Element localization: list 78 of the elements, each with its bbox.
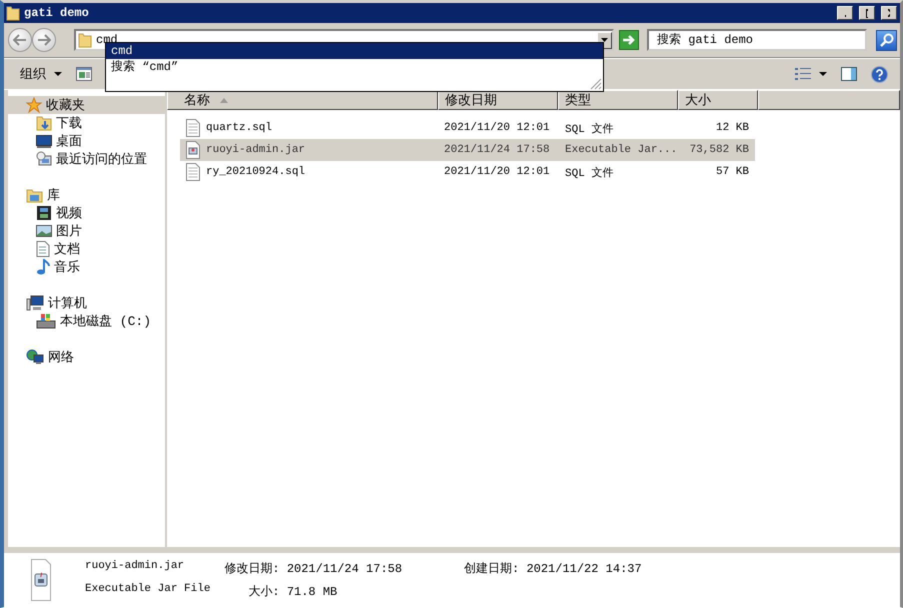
column-header[interactable]: 大小 xyxy=(678,90,758,110)
navigation-item[interactable]: 文档 xyxy=(8,240,165,258)
program-window-icon xyxy=(76,67,92,81)
window-title: gati demo xyxy=(24,6,90,20)
text-file-icon xyxy=(186,119,200,137)
file-type: Executable Jar... xyxy=(565,144,678,156)
created-date: 创建日期: 2021/11/22 14:37 xyxy=(463,561,642,577)
star-icon xyxy=(26,97,42,113)
back-button[interactable] xyxy=(8,28,32,52)
navigation-item[interactable]: 本地磁盘 (C:) xyxy=(8,312,165,330)
navigation-item[interactable]: 音乐 xyxy=(8,258,165,276)
file-size: 大小: 71.8 MB xyxy=(247,584,338,600)
preview-pane-icon xyxy=(841,67,857,81)
navigation-item[interactable]: 计算机 xyxy=(8,294,165,312)
file-name: ry_20210924.sql xyxy=(206,166,306,178)
folder-icon xyxy=(78,32,92,48)
file-size: 57 KB xyxy=(714,166,749,178)
forward-button[interactable] xyxy=(32,28,56,52)
file-size: 12 KB xyxy=(714,122,749,134)
navigation-item[interactable]: 桌面 xyxy=(8,132,165,150)
text-file-icon xyxy=(186,163,200,181)
file-type: SQL 文件 xyxy=(565,122,614,136)
search-button[interactable] xyxy=(876,30,897,50)
back-arrow-icon xyxy=(13,34,27,46)
forward-arrow-icon xyxy=(37,34,51,46)
navigation-item[interactable]: 库 xyxy=(8,186,165,204)
modified-date: 修改日期: 2021/11/24 17:58 xyxy=(224,561,402,577)
recent-places-icon xyxy=(36,151,52,167)
file-type: Executable Jar File xyxy=(85,583,210,597)
suggestion-item[interactable]: cmd xyxy=(106,43,603,59)
help-icon xyxy=(871,66,888,82)
close-button[interactable] xyxy=(881,6,897,20)
navigation-item[interactable]: 图片 xyxy=(8,222,165,240)
resize-grip-icon[interactable] xyxy=(590,78,602,90)
navigation-item[interactable]: 最近访问的位置 xyxy=(8,150,165,168)
modified-date: 2021/11/24 17:58 xyxy=(443,144,551,156)
folder-icon xyxy=(6,5,20,21)
download-folder-icon xyxy=(36,115,52,131)
file-row[interactable]: quartz.sql 2021/11/20 12:01 SQL 文件 12 KB xyxy=(180,117,755,139)
modified-date: 2021/11/20 12:01 xyxy=(443,166,551,178)
jar-file-icon xyxy=(186,141,200,159)
navigation-item[interactable]: 下载 xyxy=(8,114,165,132)
picture-icon xyxy=(36,223,52,239)
organize-menu[interactable]: 组织 xyxy=(16,63,66,85)
maximize-button[interactable] xyxy=(859,6,875,20)
monitor-icon xyxy=(36,133,52,149)
column-header[interactable]: 类型 xyxy=(558,90,678,110)
caret-icon xyxy=(819,72,827,76)
file-type: SQL 文件 xyxy=(565,166,614,180)
file-name: quartz.sql xyxy=(206,122,272,134)
search-field[interactable]: 搜索 gati demo xyxy=(647,29,867,51)
minimize-button[interactable] xyxy=(837,6,853,20)
file-name: ruoyi-admin.jar xyxy=(206,144,306,156)
hard-drive-icon xyxy=(36,313,56,329)
navigation-item[interactable]: 收藏夹 xyxy=(8,96,165,114)
search-icon xyxy=(880,33,894,47)
file-name: ruoyi-admin.jar xyxy=(85,560,186,574)
navigation-item[interactable]: 视频 xyxy=(8,204,165,222)
sort-arrow-icon xyxy=(220,98,228,102)
arrow-icon xyxy=(622,34,636,46)
file-row[interactable]: ry_20210924.sql 2021/11/20 12:01 SQL 文件 57 KB xyxy=(180,161,755,183)
suggestion-item[interactable]: 搜索 “cmd” xyxy=(106,59,603,75)
caret-icon xyxy=(54,72,62,76)
file-size: 73,582 KB xyxy=(688,144,749,156)
jar-file-icon xyxy=(31,559,51,601)
column-header[interactable]: 名称 xyxy=(167,90,438,110)
film-icon xyxy=(36,205,52,221)
network-icon xyxy=(26,349,44,365)
music-note-icon xyxy=(36,259,50,275)
file-row[interactable]: ruoyi-admin.jar 2021/11/24 17:58 Executable Jar... 73,582 KB xyxy=(180,139,755,161)
go-button[interactable] xyxy=(619,30,639,50)
computer-icon xyxy=(26,295,44,311)
navigation-item[interactable]: 网络 xyxy=(8,348,165,366)
list-view-icon xyxy=(795,67,811,81)
column-header[interactable]: 修改日期 xyxy=(438,90,558,110)
library-folder-icon xyxy=(26,187,43,203)
modified-date: 2021/11/20 12:01 xyxy=(443,122,551,134)
document-icon xyxy=(36,241,50,257)
